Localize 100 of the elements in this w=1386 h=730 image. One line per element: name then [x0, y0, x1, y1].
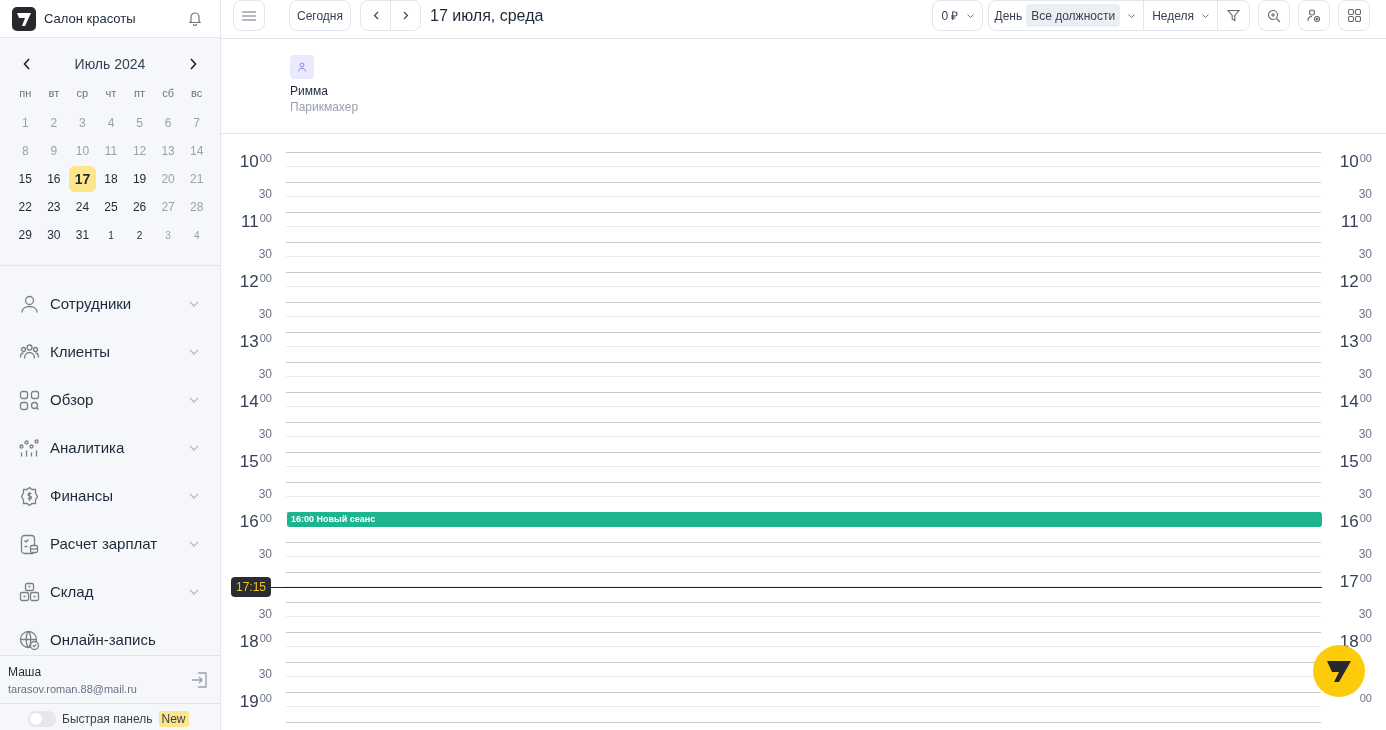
nav-item[interactable]: Обзор — [0, 376, 220, 424]
caret-icon — [966, 13, 974, 18]
chevron-right-icon — [402, 11, 409, 20]
today-button[interactable]: Сегодня — [289, 0, 351, 31]
minutes-label: 00 — [1359, 453, 1372, 464]
calendar-day[interactable]: 2 — [126, 222, 153, 248]
calendar-day[interactable]: 31 — [69, 222, 96, 248]
calendar-day[interactable]: 16 — [40, 166, 67, 192]
nav-item[interactable]: Финансы — [0, 472, 220, 520]
positions-filter[interactable]: Все должности — [1026, 4, 1121, 27]
hour-label: 18 — [239, 633, 259, 650]
calendar-day[interactable]: 25 — [98, 194, 124, 220]
minutes-label: 30 — [258, 308, 272, 320]
calendar-day[interactable]: 30 — [40, 222, 67, 248]
minutes-label: 30 — [1358, 548, 1372, 560]
minutes-label: 00 — [259, 633, 272, 644]
minutes-label: 30 — [1358, 308, 1372, 320]
hour-label: 14 — [1339, 393, 1359, 410]
minutes-label: 30 — [258, 668, 272, 680]
nav-item[interactable]: Расчет зарплат — [0, 520, 220, 568]
calendar-day[interactable]: 29 — [12, 222, 39, 248]
caret-icon[interactable] — [1128, 13, 1136, 18]
minutes-label: 00 — [259, 273, 272, 284]
filter-icon — [1227, 9, 1240, 22]
nav-item[interactable]: Склад — [0, 568, 220, 616]
minutes-label: 00 — [259, 513, 272, 524]
hour-label: 13 — [239, 333, 259, 350]
chart-icon — [19, 437, 40, 459]
toggle-switch[interactable] — [28, 711, 56, 727]
zoom-in-button[interactable] — [1258, 0, 1290, 31]
user-email: tarasov.roman.88@mail.ru — [8, 681, 137, 697]
calendar-day[interactable]: 26 — [126, 194, 153, 220]
nav-item[interactable]: Онлайн-запись — [0, 616, 220, 655]
weekday-label: вт — [47, 85, 61, 101]
calendar-day[interactable]: 18 — [98, 166, 124, 192]
staff-settings-button[interactable] — [1298, 0, 1330, 31]
calendar-day[interactable]: 22 — [12, 194, 39, 220]
hour-label: 17 — [1339, 573, 1359, 590]
minutes-label: 00 — [1359, 273, 1372, 284]
minutes-label: 30 — [258, 608, 272, 620]
chevron-left-icon — [23, 58, 31, 70]
logo-icon[interactable] — [12, 6, 36, 31]
nav-item[interactable]: Сотрудники — [0, 280, 220, 328]
minutes-label: 00 — [259, 393, 272, 404]
calendar-day[interactable]: 23 — [40, 194, 67, 220]
quick-panel-label: Быстрая панель — [62, 711, 153, 727]
hour-label: 19 — [239, 693, 259, 710]
minutes-label: 30 — [258, 368, 272, 380]
minutes-label: 30 — [1358, 428, 1372, 440]
hour-label: 11 — [1341, 213, 1359, 230]
weekday-label: пн — [18, 85, 33, 101]
user-name: Маша — [8, 663, 43, 681]
hour-label: 14 — [239, 393, 259, 410]
grid-icon — [1347, 9, 1361, 22]
weekday-label: ср — [75, 85, 90, 101]
chevron-left-icon — [372, 11, 379, 20]
minutes-label: 00 — [1359, 393, 1372, 404]
person-gear-icon — [1307, 8, 1321, 23]
zoom-in-icon — [1267, 8, 1281, 23]
staff-name: Римма — [290, 83, 328, 99]
minutes-label: 30 — [258, 548, 272, 560]
minutes-label: 00 — [1359, 333, 1372, 344]
layout-grid-button[interactable] — [1338, 0, 1370, 31]
minutes-label: 00 — [1359, 513, 1372, 524]
calendar-day[interactable]: 15 — [12, 166, 39, 192]
staff-role: Парикмахер — [290, 99, 359, 115]
minutes-label: 00 — [1359, 573, 1372, 584]
minutes-label: 00 — [259, 213, 272, 224]
calendar-day[interactable]: 17 — [68, 166, 96, 192]
hour-label: 12 — [1339, 273, 1359, 290]
minutes-label: 00 — [259, 153, 272, 164]
hour-label: 16 — [239, 513, 259, 530]
minutes-label: 00 — [259, 333, 272, 344]
current-time-badge: 17:15 — [231, 577, 272, 597]
weekday-label: чт — [104, 85, 118, 101]
new-badge: New — [158, 711, 189, 727]
globe-check-icon — [19, 629, 40, 651]
minutes-label: 00 — [1359, 213, 1372, 224]
nav-item[interactable]: Клиенты — [0, 328, 220, 376]
week-view-dropdown[interactable]: Неделя — [1143, 0, 1217, 31]
dollar-coin-icon — [19, 485, 40, 507]
bell-icon[interactable] — [188, 11, 202, 26]
hour-label: 10 — [1339, 153, 1359, 170]
hour-label: 15 — [1339, 453, 1359, 470]
weekday-label: вс — [190, 85, 204, 101]
minutes-label: 00 — [1359, 633, 1372, 644]
nav-item[interactable]: Аналитика — [0, 424, 220, 472]
revenue-dropdown[interactable]: 0 ₽ — [932, 0, 983, 31]
month-title: Июль 2024 — [74, 54, 146, 74]
calendar-day[interactable]: 1 — [98, 222, 124, 248]
calendar-day[interactable]: 19 — [126, 166, 153, 192]
minutes-label: 00 — [1359, 153, 1372, 164]
calendar-day[interactable]: 24 — [69, 194, 96, 220]
grid-search-icon — [19, 389, 40, 411]
hour-label: 16 — [1339, 513, 1359, 530]
logo-icon — [1326, 659, 1352, 683]
hour-label: 12 — [239, 273, 259, 290]
weekday-label: пт — [133, 85, 147, 101]
day-view-tab[interactable]: День — [988, 0, 1027, 31]
minutes-label: 30 — [1358, 368, 1372, 380]
